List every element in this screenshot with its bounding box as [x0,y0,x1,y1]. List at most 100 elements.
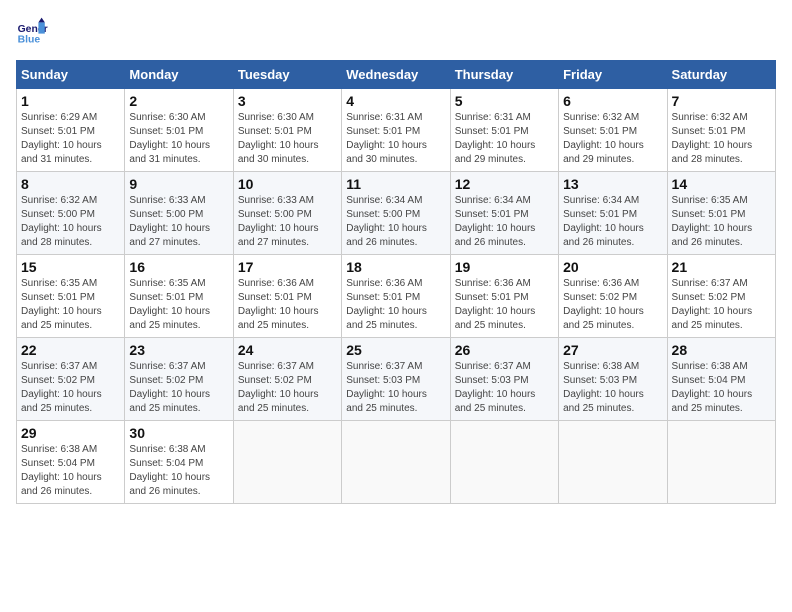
calendar-cell: 25 Sunrise: 6:37 AM Sunset: 5:03 PM Dayl… [342,338,450,421]
week-row-5: 29 Sunrise: 6:38 AM Sunset: 5:04 PM Dayl… [17,421,776,504]
calendar-cell: 19 Sunrise: 6:36 AM Sunset: 5:01 PM Dayl… [450,255,558,338]
day-info: Sunrise: 6:37 AM Sunset: 5:02 PM Dayligh… [672,277,771,333]
calendar-cell: 4 Sunrise: 6:31 AM Sunset: 5:01 PM Dayli… [342,89,450,172]
day-info: Sunrise: 6:37 AM Sunset: 5:03 PM Dayligh… [346,360,445,416]
day-info: Sunrise: 6:34 AM Sunset: 5:01 PM Dayligh… [563,194,662,250]
calendar-cell: 8 Sunrise: 6:32 AM Sunset: 5:00 PM Dayli… [17,172,125,255]
weekday-header-sunday: Sunday [17,61,125,89]
day-info: Sunrise: 6:37 AM Sunset: 5:03 PM Dayligh… [455,360,554,416]
day-number: 19 [455,259,554,275]
day-number: 22 [21,342,120,358]
calendar-cell: 18 Sunrise: 6:36 AM Sunset: 5:01 PM Dayl… [342,255,450,338]
day-info: Sunrise: 6:36 AM Sunset: 5:01 PM Dayligh… [455,277,554,333]
day-info: Sunrise: 6:38 AM Sunset: 5:04 PM Dayligh… [129,443,228,499]
calendar-cell: 26 Sunrise: 6:37 AM Sunset: 5:03 PM Dayl… [450,338,558,421]
calendar-cell [559,421,667,504]
calendar-cell: 12 Sunrise: 6:34 AM Sunset: 5:01 PM Dayl… [450,172,558,255]
calendar-cell: 3 Sunrise: 6:30 AM Sunset: 5:01 PM Dayli… [233,89,341,172]
day-info: Sunrise: 6:31 AM Sunset: 5:01 PM Dayligh… [455,111,554,167]
day-info: Sunrise: 6:35 AM Sunset: 5:01 PM Dayligh… [21,277,120,333]
day-number: 14 [672,176,771,192]
day-info: Sunrise: 6:29 AM Sunset: 5:01 PM Dayligh… [21,111,120,167]
calendar-cell [450,421,558,504]
calendar-cell [667,421,775,504]
logo: General Blue [16,16,52,48]
day-number: 5 [455,93,554,109]
day-number: 21 [672,259,771,275]
day-info: Sunrise: 6:30 AM Sunset: 5:01 PM Dayligh… [238,111,337,167]
day-info: Sunrise: 6:35 AM Sunset: 5:01 PM Dayligh… [672,194,771,250]
calendar-cell: 27 Sunrise: 6:38 AM Sunset: 5:03 PM Dayl… [559,338,667,421]
day-info: Sunrise: 6:33 AM Sunset: 5:00 PM Dayligh… [129,194,228,250]
day-info: Sunrise: 6:34 AM Sunset: 5:00 PM Dayligh… [346,194,445,250]
calendar-cell: 9 Sunrise: 6:33 AM Sunset: 5:00 PM Dayli… [125,172,233,255]
weekday-header-wednesday: Wednesday [342,61,450,89]
weekday-header-monday: Monday [125,61,233,89]
calendar-cell: 2 Sunrise: 6:30 AM Sunset: 5:01 PM Dayli… [125,89,233,172]
calendar-cell: 17 Sunrise: 6:36 AM Sunset: 5:01 PM Dayl… [233,255,341,338]
calendar-cell: 15 Sunrise: 6:35 AM Sunset: 5:01 PM Dayl… [17,255,125,338]
day-number: 18 [346,259,445,275]
day-number: 9 [129,176,228,192]
day-number: 25 [346,342,445,358]
calendar-cell: 1 Sunrise: 6:29 AM Sunset: 5:01 PM Dayli… [17,89,125,172]
day-number: 30 [129,425,228,441]
page-container: General Blue SundayMondayTuesdayWednesda… [16,16,776,504]
calendar-cell: 14 Sunrise: 6:35 AM Sunset: 5:01 PM Dayl… [667,172,775,255]
weekday-header-row: SundayMondayTuesdayWednesdayThursdayFrid… [17,61,776,89]
calendar-table: SundayMondayTuesdayWednesdayThursdayFrid… [16,60,776,504]
day-info: Sunrise: 6:37 AM Sunset: 5:02 PM Dayligh… [238,360,337,416]
day-number: 12 [455,176,554,192]
day-info: Sunrise: 6:35 AM Sunset: 5:01 PM Dayligh… [129,277,228,333]
weekday-header-friday: Friday [559,61,667,89]
day-number: 17 [238,259,337,275]
calendar-cell: 28 Sunrise: 6:38 AM Sunset: 5:04 PM Dayl… [667,338,775,421]
day-number: 10 [238,176,337,192]
calendar-cell: 20 Sunrise: 6:36 AM Sunset: 5:02 PM Dayl… [559,255,667,338]
calendar-cell: 5 Sunrise: 6:31 AM Sunset: 5:01 PM Dayli… [450,89,558,172]
day-info: Sunrise: 6:36 AM Sunset: 5:01 PM Dayligh… [346,277,445,333]
day-info: Sunrise: 6:37 AM Sunset: 5:02 PM Dayligh… [21,360,120,416]
header: General Blue [16,16,776,48]
day-info: Sunrise: 6:38 AM Sunset: 5:04 PM Dayligh… [672,360,771,416]
day-number: 1 [21,93,120,109]
calendar-cell: 23 Sunrise: 6:37 AM Sunset: 5:02 PM Dayl… [125,338,233,421]
calendar-cell: 7 Sunrise: 6:32 AM Sunset: 5:01 PM Dayli… [667,89,775,172]
calendar-cell: 30 Sunrise: 6:38 AM Sunset: 5:04 PM Dayl… [125,421,233,504]
calendar-cell [342,421,450,504]
week-row-1: 1 Sunrise: 6:29 AM Sunset: 5:01 PM Dayli… [17,89,776,172]
day-info: Sunrise: 6:37 AM Sunset: 5:02 PM Dayligh… [129,360,228,416]
day-number: 28 [672,342,771,358]
day-info: Sunrise: 6:32 AM Sunset: 5:00 PM Dayligh… [21,194,120,250]
day-info: Sunrise: 6:34 AM Sunset: 5:01 PM Dayligh… [455,194,554,250]
calendar-cell: 6 Sunrise: 6:32 AM Sunset: 5:01 PM Dayli… [559,89,667,172]
weekday-header-thursday: Thursday [450,61,558,89]
week-row-4: 22 Sunrise: 6:37 AM Sunset: 5:02 PM Dayl… [17,338,776,421]
calendar-cell: 24 Sunrise: 6:37 AM Sunset: 5:02 PM Dayl… [233,338,341,421]
day-number: 2 [129,93,228,109]
day-number: 7 [672,93,771,109]
calendar-cell: 10 Sunrise: 6:33 AM Sunset: 5:00 PM Dayl… [233,172,341,255]
week-row-2: 8 Sunrise: 6:32 AM Sunset: 5:00 PM Dayli… [17,172,776,255]
weekday-header-tuesday: Tuesday [233,61,341,89]
day-number: 20 [563,259,662,275]
calendar-cell: 29 Sunrise: 6:38 AM Sunset: 5:04 PM Dayl… [17,421,125,504]
day-number: 16 [129,259,228,275]
day-number: 13 [563,176,662,192]
calendar-cell: 21 Sunrise: 6:37 AM Sunset: 5:02 PM Dayl… [667,255,775,338]
week-row-3: 15 Sunrise: 6:35 AM Sunset: 5:01 PM Dayl… [17,255,776,338]
day-number: 27 [563,342,662,358]
calendar-cell [233,421,341,504]
calendar-cell: 16 Sunrise: 6:35 AM Sunset: 5:01 PM Dayl… [125,255,233,338]
day-info: Sunrise: 6:33 AM Sunset: 5:00 PM Dayligh… [238,194,337,250]
day-info: Sunrise: 6:32 AM Sunset: 5:01 PM Dayligh… [672,111,771,167]
calendar-cell: 22 Sunrise: 6:37 AM Sunset: 5:02 PM Dayl… [17,338,125,421]
day-number: 15 [21,259,120,275]
logo-icon: General Blue [16,16,48,48]
day-number: 4 [346,93,445,109]
day-info: Sunrise: 6:31 AM Sunset: 5:01 PM Dayligh… [346,111,445,167]
calendar-cell: 11 Sunrise: 6:34 AM Sunset: 5:00 PM Dayl… [342,172,450,255]
day-number: 11 [346,176,445,192]
day-number: 29 [21,425,120,441]
day-info: Sunrise: 6:38 AM Sunset: 5:04 PM Dayligh… [21,443,120,499]
